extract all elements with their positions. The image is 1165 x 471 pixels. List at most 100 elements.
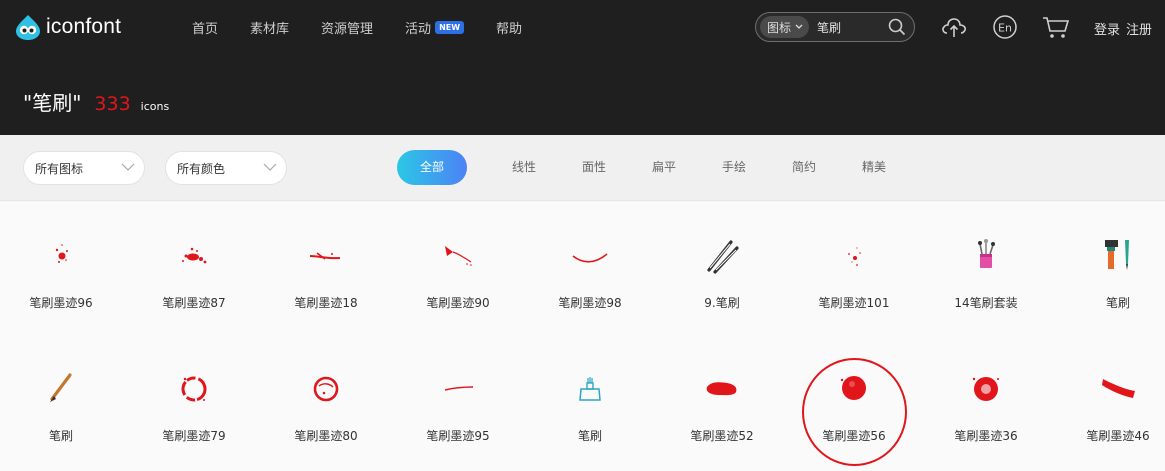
icon-name: 笔刷墨迹18 [294,296,358,310]
icon-card[interactable]: 笔刷墨迹95 [392,335,524,468]
pencil-brush-icon [50,373,72,402]
icon-card[interactable]: 笔刷 [0,335,127,468]
brushes-icon [707,240,739,274]
dustpan-brush-icon [579,377,601,401]
thin-stroke-icon [444,386,474,391]
main-nav: 首页 素材库 资源管理 活动 NEW 帮助 [192,0,554,55]
logo-text: iconfont [46,15,122,38]
iconfont-logo-icon [16,15,40,40]
icon-name: 笔刷墨迹56 [822,429,886,443]
ink-ring-icon [181,376,207,402]
tab-exquisite[interactable]: 精美 [839,150,909,185]
icon-name: 14笔刷套装 [954,296,1018,310]
icon-name: 笔刷墨迹101 [818,296,890,310]
icon-name: 笔刷 [577,429,602,443]
icon-card[interactable]: 笔刷墨迹18 [260,202,392,335]
ink-blob-icon [840,376,866,400]
tab-fill[interactable]: 面性 [559,150,629,185]
tab-flat[interactable]: 扁平 [629,150,699,185]
search-keyword: "笔刷" [23,91,82,115]
result-title: "笔刷" 333 icons [23,87,169,116]
filter-bar: 所有图标 所有颜色 全部 线性 面性 扁平 手绘 简约 精美 [0,135,1165,201]
search-box: 图标 [755,12,915,42]
search-input[interactable] [817,20,882,34]
ink-ring-icon [313,376,339,402]
ink-splash-icon [182,247,207,264]
ink-dots-icon [848,247,861,266]
icon-card[interactable]: 笔刷墨迹46 [1052,335,1165,468]
tab-simple[interactable]: 简约 [769,150,839,185]
nav-home-label: 首页 [192,22,219,37]
icon-name: 笔刷墨迹87 [162,296,226,310]
icon-card[interactable]: 笔刷 [1052,202,1165,335]
icon-card[interactable]: 笔刷墨迹98 [524,202,656,335]
color-value: 所有颜色 [177,161,226,176]
ink-arc-icon [572,253,608,263]
ink-splash-icon [55,244,68,263]
icon-card[interactable]: 笔刷墨迹56 [788,335,920,468]
tab-line[interactable]: 线性 [489,150,559,185]
nav-resources[interactable]: 资源管理 [321,18,373,37]
icon-name: 笔刷 [48,429,73,443]
search-type-select[interactable]: 图标 [760,16,810,38]
ink-drip-icon [445,246,472,266]
icon-card[interactable]: 9.笔刷 [656,202,788,335]
paint-tools-icon [1105,240,1129,270]
login-link[interactable]: 登录 [1094,19,1120,38]
svg-text:En: En [998,22,1012,35]
language-en-icon[interactable]: En [991,13,1019,41]
icon-name: 笔刷墨迹98 [558,296,622,310]
icon-card[interactable]: 笔刷墨迹90 [392,202,524,335]
icon-grid: 笔刷墨迹96 笔刷墨迹87 笔刷墨迹18 笔刷墨迹90 笔刷墨迹98 9.笔刷 … [0,202,1165,471]
new-badge: NEW [435,21,465,34]
ink-blob-icon [972,377,999,401]
icon-name: 9.笔刷 [704,296,740,310]
ink-blob-icon [706,382,737,396]
icon-name: 笔刷墨迹46 [1086,429,1150,443]
icon-name: 笔刷墨迹79 [162,429,226,443]
auth-links: 登录 注册 [1094,19,1158,38]
chevron-down-icon [121,163,135,171]
icon-type-dropdown[interactable]: 所有图标 [23,151,145,185]
result-title-bar: "笔刷" 333 icons [0,55,1165,135]
chevron-down-icon [795,24,803,29]
icon-name: 笔刷墨迹52 [690,429,754,443]
icon-name: 笔刷墨迹90 [426,296,490,310]
search-type-label: 图标 [767,20,792,35]
icon-card[interactable]: 14笔刷套装 [920,202,1052,335]
tab-all[interactable]: 全部 [397,150,467,185]
icon-card[interactable]: 笔刷 [524,335,656,468]
icon-card[interactable]: 笔刷墨迹79 [128,335,260,468]
nav-activity[interactable]: 活动 NEW [405,18,465,37]
icon-card[interactable]: 笔刷墨迹52 [656,335,788,468]
search-icon[interactable] [888,18,906,36]
nav-help[interactable]: 帮助 [496,18,522,37]
brush-cup-icon [978,239,995,268]
nav-resources-label: 资源管理 [321,22,374,37]
nav-library-label: 素材库 [250,22,290,37]
icon-name: 笔刷 [1105,296,1130,310]
icon-card[interactable]: 笔刷墨迹80 [260,335,392,468]
upload-cloud-icon[interactable] [940,13,968,41]
ink-streak-icon [309,252,341,260]
top-bar: iconfont 首页 素材库 资源管理 活动NEW 帮助 图标 En 登录 注… [0,0,1165,55]
nav-library[interactable]: 素材库 [250,18,289,37]
logo[interactable]: iconfont [14,13,121,41]
icon-name: 笔刷墨迹80 [294,429,358,443]
chevron-down-icon [263,163,277,171]
icon-type-value: 所有图标 [35,161,84,176]
nav-activity-label: 活动 [405,22,432,37]
icon-name: 笔刷墨迹95 [426,429,490,443]
icon-card[interactable]: 笔刷墨迹87 [128,202,260,335]
icon-name: 笔刷墨迹96 [29,296,93,310]
color-dropdown[interactable]: 所有颜色 [165,151,287,185]
icon-card[interactable]: 笔刷墨迹96 [0,202,127,335]
nav-help-label: 帮助 [496,22,523,37]
tab-hand-drawn[interactable]: 手绘 [699,150,769,185]
cart-icon[interactable] [1041,13,1071,41]
icon-name: 笔刷墨迹36 [954,429,1018,443]
register-link[interactable]: 注册 [1126,19,1152,38]
icon-card[interactable]: 笔刷墨迹36 [920,335,1052,468]
icon-card[interactable]: 笔刷墨迹101 [788,202,920,335]
nav-home[interactable]: 首页 [192,18,218,37]
